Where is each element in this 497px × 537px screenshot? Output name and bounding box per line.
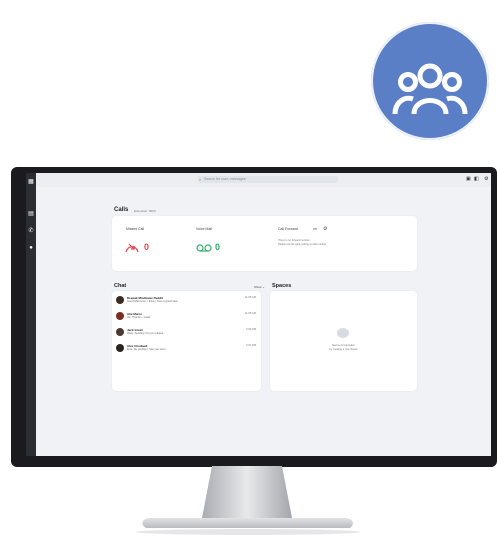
chat-time: 11:08 AM [244, 312, 256, 315]
spaces-card: Start a conversation by creating a new S… [270, 291, 417, 391]
chat-title: Chat [114, 283, 127, 289]
chat-message: Okay. Sending it to you please [127, 332, 164, 335]
people-group-icon [392, 63, 468, 115]
voice-mail-count[interactable]: 0 [215, 242, 220, 252]
spaces-empty-2: by creating a new Space [329, 348, 358, 351]
chat-filter[interactable]: Show ⌄ [254, 285, 265, 289]
avatar [116, 312, 124, 320]
search-input[interactable]: ⌕ Search for user, messages [198, 176, 338, 183]
voicemail-icon [196, 244, 212, 252]
avatar [116, 296, 124, 304]
missed-call-label: Missed Call [126, 227, 145, 231]
spaces-title: Spaces [272, 283, 292, 289]
app-window: ▦ ▤ ✆ ● ⌕ Search for user, messages ▣ ◧ … [26, 173, 491, 456]
calendar-icon[interactable]: ▤ [28, 211, 34, 217]
chat-time: 2:53 PM [245, 328, 256, 331]
monitor-stand [136, 466, 360, 535]
call-forward-label: Call Forward [278, 227, 298, 231]
screen-share-icon[interactable]: ▣ [466, 176, 471, 183]
call-forward-toggle[interactable]: Off [313, 227, 317, 231]
chat-time: 11:08 AM [244, 296, 256, 299]
calls-card: Missed Call 0 Voice Mail 0 Call Forward … [112, 216, 417, 271]
chat-card: Deepak Mindwave Reddit Good Afternoon. I… [112, 291, 261, 391]
avatar [116, 344, 124, 352]
forward-desc-2: Please tap the gear setting to add numbe… [278, 243, 327, 246]
camera-icon[interactable]: ◧ [474, 176, 479, 183]
gear-icon[interactable]: ⚙ [323, 226, 327, 232]
calls-extension: Extension: 0000 [134, 209, 156, 213]
phone-icon[interactable]: ✆ [28, 228, 34, 234]
chat-message: Ok, Thanks... Great [127, 316, 151, 319]
chat-message: Fine, No problem. See you soon [127, 348, 166, 351]
voice-mail-label: Voice Mail [196, 227, 212, 231]
chat-row[interactable]: Alex Chadwell Fine, No problem. See you … [116, 344, 256, 356]
chat-icon[interactable]: ● [28, 245, 34, 251]
spaces-empty-1: Start a conversation [331, 344, 356, 347]
calls-title: Calls [114, 207, 129, 213]
missed-call-icon [125, 243, 139, 253]
avatar [116, 328, 124, 336]
left-nav-rail: ▦ ▤ ✆ ● [26, 173, 36, 456]
app-logo [371, 22, 489, 140]
chat-row[interactable]: Alie Marco Ok, Thanks... Great 11:08 AM [116, 312, 256, 324]
settings-icon[interactable]: ⚙ [484, 176, 488, 183]
monitor-frame: ▦ ▤ ✆ ● ⌕ Search for user, messages ▣ ◧ … [11, 167, 497, 467]
chat-bubble-icon [337, 328, 349, 338]
chat-row[interactable]: Jack Green Okay. Sending it to you pleas… [116, 328, 256, 340]
forward-desc-1: There is no forward number. [278, 239, 311, 242]
apps-icon[interactable]: ▦ [28, 179, 34, 185]
chat-row[interactable]: Deepak Mindwave Reddit Good Afternoon. I… [116, 296, 256, 308]
missed-call-count[interactable]: 0 [144, 242, 149, 252]
chat-time: 2:07 PM [245, 344, 256, 347]
search-icon: ⌕ [199, 177, 202, 182]
search-placeholder: Search for user, messages [204, 177, 246, 181]
top-bar: ⌕ Search for user, messages ▣ ◧ ⚙ [36, 173, 491, 187]
chat-message: Good Afternoon. I think I have a great i… [127, 300, 178, 303]
